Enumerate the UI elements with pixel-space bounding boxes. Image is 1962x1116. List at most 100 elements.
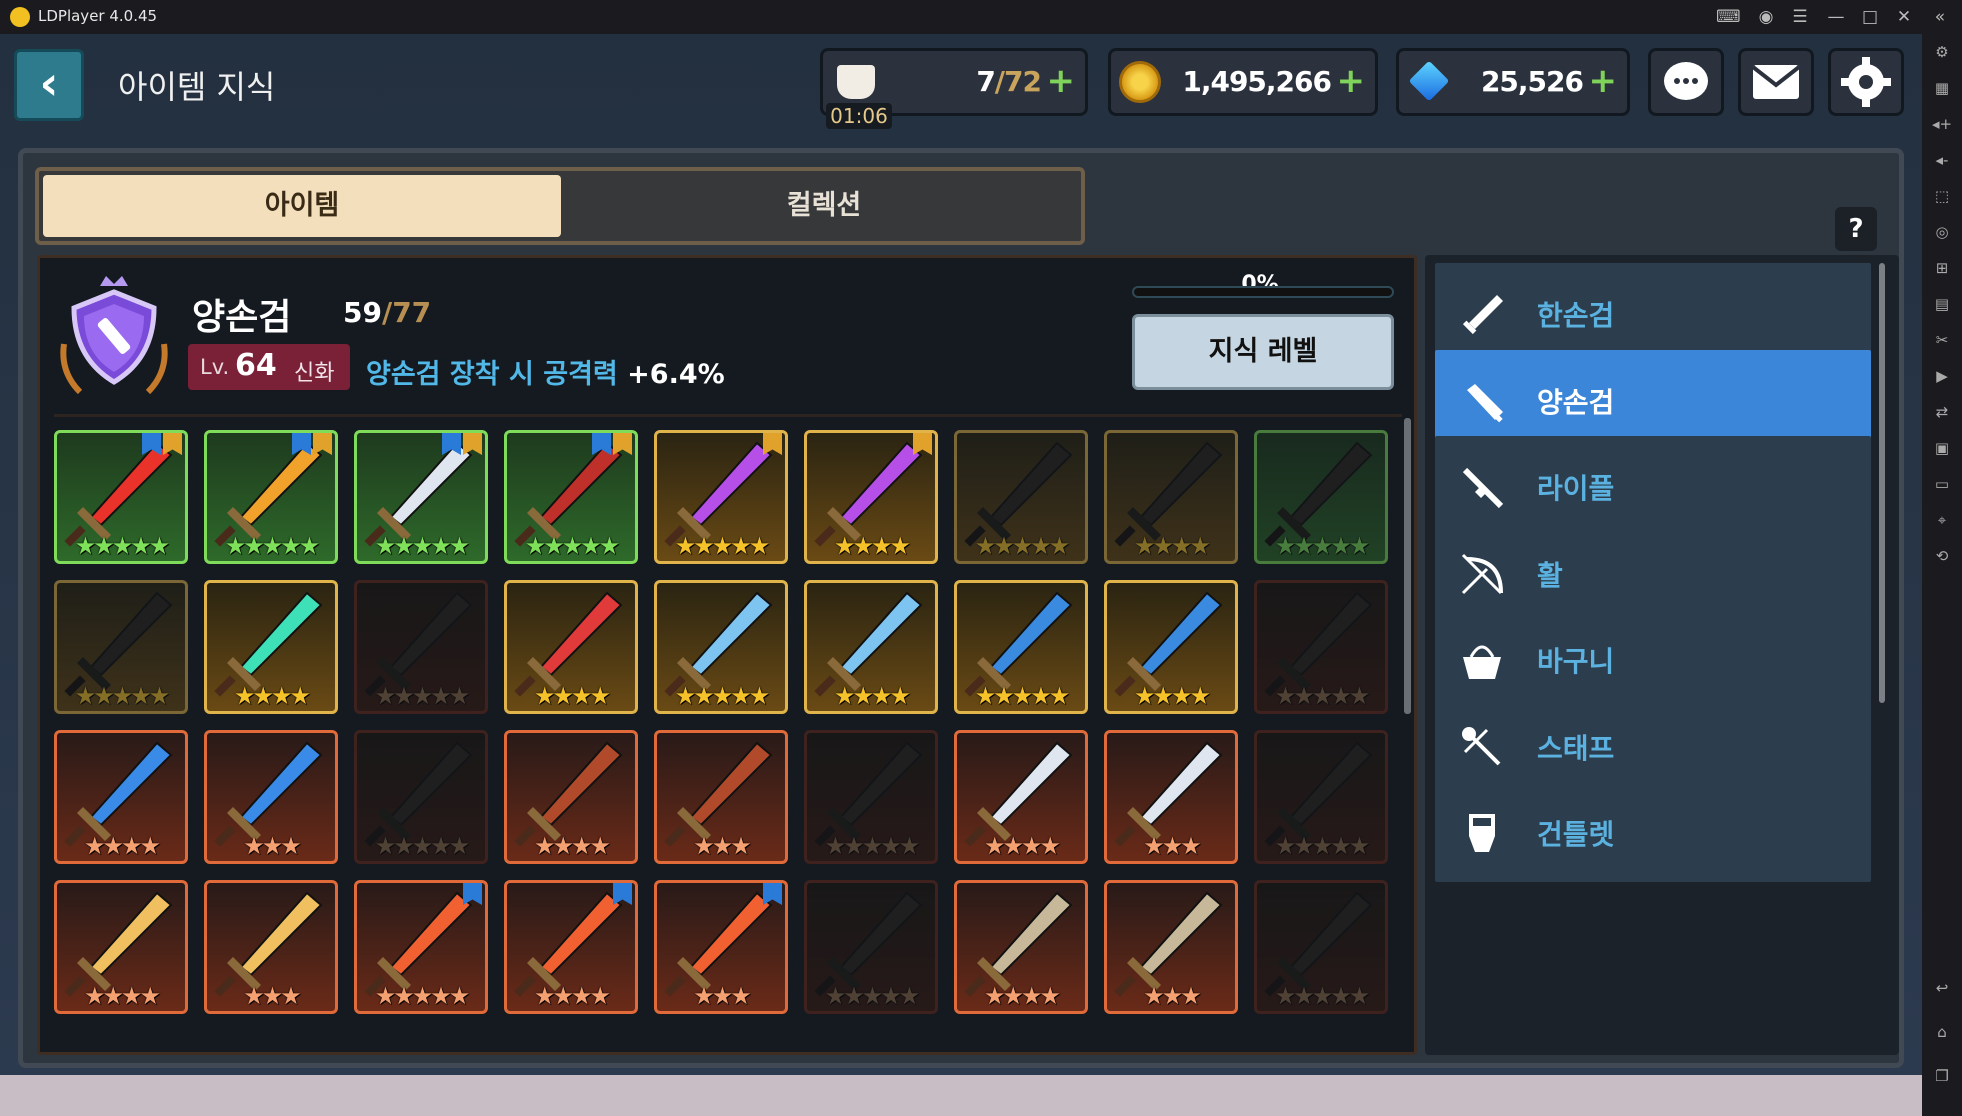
gem-counter: 25,526 + [1396, 48, 1630, 116]
location-icon[interactable]: ⌖ [1930, 508, 1954, 532]
weapon-item-slot[interactable]: ★★★★★ [654, 580, 788, 714]
knowledge-level-button[interactable]: 지식 레벨 [1132, 314, 1394, 390]
weapon-item-slot[interactable]: ★★★★★ [1254, 880, 1388, 1014]
settings-icon[interactable]: ⚙ [1930, 40, 1954, 64]
weapon-item-slot[interactable]: ★★★★★ [354, 730, 488, 864]
weapon-item-slot[interactable]: ★★★★★ [954, 430, 1088, 564]
weapon-item-slot[interactable]: ★★★★★ [654, 430, 788, 564]
sync-icon[interactable]: ⇄ [1930, 400, 1954, 424]
category-label: 라이플 [1537, 472, 1615, 505]
weapon-item-slot[interactable]: ★★★★★ [354, 880, 488, 1014]
minimize-icon[interactable]: — [1824, 5, 1848, 29]
weapon-detail-panel: 양손검 59/77 Lv. 64 신화 양손검 장착 시 공격력 +6.4% 0… [37, 255, 1417, 1055]
category-item[interactable]: 양손검 [1435, 349, 1871, 450]
video-icon[interactable]: ▶ [1930, 364, 1954, 388]
add-app-icon[interactable]: ⊞ [1930, 256, 1954, 280]
back-button[interactable]: ‹ [14, 49, 84, 121]
category-label: 한손검 [1537, 299, 1615, 332]
account-icon[interactable]: ◉ [1754, 5, 1778, 29]
help-button[interactable]: ? [1835, 207, 1877, 251]
gem-add-button[interactable]: + [1589, 61, 1618, 101]
weapon-item-slot[interactable]: ★★★★ [204, 580, 338, 714]
weapon-item-slot[interactable]: ★★★★★ [954, 580, 1088, 714]
weapon-item-slot[interactable]: ★★★ [204, 880, 338, 1014]
weapon-item-slot[interactable]: ★★★★★ [504, 430, 638, 564]
rotate-icon[interactable]: ⟲ [1930, 544, 1954, 568]
weapon-item-slot[interactable]: ★★★★ [954, 880, 1088, 1014]
category-item[interactable]: 한손검 [1435, 263, 1871, 363]
weapon-item-slot[interactable]: ★★★★ [804, 430, 938, 564]
emulator-sidebar: ⚙ ▦ ◂+ ◂- ⬚ ◎ ⊞ ▤ ✂ ▶ ⇄ ▣ ▭ ⌖ ⟲ ↩ ⌂ ❐ [1922, 34, 1962, 1116]
volume-up-icon[interactable]: ◂+ [1930, 112, 1954, 136]
item-badges [461, 883, 482, 905]
weapon-item-slot[interactable]: ★★★★ [804, 580, 938, 714]
weapon-item-slot[interactable]: ★★★★ [504, 580, 638, 714]
android-back-icon[interactable]: ↩ [1930, 976, 1954, 1000]
weapon-item-slot[interactable]: ★★★★★ [54, 580, 188, 714]
gem-value: 25,526 [1480, 65, 1584, 98]
apk-icon[interactable]: ▤ [1930, 292, 1954, 316]
collapse-icon[interactable]: « [1928, 5, 1952, 29]
basket-icon [1463, 645, 1501, 679]
weapon-item-slot[interactable]: ★★★★ [1104, 430, 1238, 564]
chat-icon [1664, 62, 1708, 100]
bow-icon [1461, 553, 1503, 594]
weapon-item-slot[interactable]: ★★★★★ [804, 730, 938, 864]
weapon-item-slot[interactable]: ★★★ [1104, 730, 1238, 864]
weapon-item-slot[interactable]: ★★★★★ [204, 430, 338, 564]
gold-add-button[interactable]: + [1337, 61, 1366, 101]
weapon-item-slot[interactable]: ★★★★★ [354, 580, 488, 714]
stamina-current: 7 [976, 65, 996, 98]
category-item[interactable]: 건틀렛 [1435, 782, 1871, 882]
screenshot-icon[interactable]: ⬚ [1930, 184, 1954, 208]
scissors-icon[interactable]: ✂ [1930, 328, 1954, 352]
category-item[interactable]: 스태프 [1435, 695, 1871, 796]
keyboard-icon[interactable]: ▦ [1930, 76, 1954, 100]
tab-collection[interactable]: 컬렉션 [565, 175, 1083, 237]
weapon-item-slot[interactable]: ★★★★★ [354, 430, 488, 564]
item-badges [761, 433, 782, 455]
weapon-item-slot[interactable]: ★★★ [204, 730, 338, 864]
weapon-item-slot[interactable]: ★★★★★ [804, 880, 938, 1014]
weapon-item-slot[interactable]: ★★★★★ [54, 430, 188, 564]
volume-down-icon[interactable]: ◂- [1930, 148, 1954, 172]
item-badges [440, 433, 482, 455]
stamina-add-button[interactable]: + [1047, 61, 1076, 101]
weapon-item-slot[interactable]: ★★★ [654, 730, 788, 864]
star-rating: ★★★★★ [74, 532, 171, 560]
weapon-item-slot[interactable]: ★★★★ [954, 730, 1088, 864]
items-scrollbar[interactable] [1404, 418, 1411, 714]
category-item[interactable]: 바구니 [1435, 609, 1871, 709]
weapon-item-slot[interactable]: ★★★★★ [1254, 430, 1388, 564]
settings-button[interactable] [1828, 48, 1904, 116]
bookmark-blue-icon [442, 433, 461, 455]
weapon-item-slot[interactable]: ★★★★★ [1254, 580, 1388, 714]
maximize-icon[interactable]: □ [1858, 5, 1882, 29]
chat-button[interactable] [1648, 48, 1724, 116]
weapon-item-slot[interactable]: ★★★★ [504, 880, 638, 1014]
folder-icon[interactable]: ▭ [1930, 472, 1954, 496]
tab-bar: 아이템 컬렉션 [35, 167, 1085, 245]
android-recent-icon[interactable]: ❐ [1930, 1064, 1954, 1088]
menu-icon[interactable]: ☰ [1788, 5, 1812, 29]
weapon-item-slot[interactable]: ★★★★ [54, 880, 188, 1014]
shake-icon[interactable]: ▣ [1930, 436, 1954, 460]
weapon-item-slot[interactable]: ★★★ [1104, 880, 1238, 1014]
weapon-item-slot[interactable]: ★★★★ [54, 730, 188, 864]
star-rating: ★★★★★ [524, 532, 621, 560]
close-icon[interactable]: ✕ [1892, 5, 1916, 29]
gamepad-icon[interactable]: ⌨ [1716, 5, 1741, 29]
tab-item[interactable]: 아이템 [43, 175, 561, 237]
weapon-item-slot[interactable]: ★★★★ [504, 730, 638, 864]
weapon-item-slot[interactable]: ★★★ [654, 880, 788, 1014]
android-home-icon[interactable]: ⌂ [1930, 1020, 1954, 1044]
gold-counter: 1,495,266 + [1108, 48, 1378, 116]
category-item[interactable]: 라이플 [1435, 436, 1871, 536]
category-scrollbar[interactable] [1879, 263, 1885, 703]
weapon-item-slot[interactable]: ★★★★★ [1254, 730, 1388, 864]
mail-button[interactable] [1738, 48, 1814, 116]
weapon-item-slot[interactable]: ★★★★ [1104, 580, 1238, 714]
star-rating: ★★★★ [83, 832, 161, 860]
record-icon[interactable]: ◎ [1930, 220, 1954, 244]
category-item[interactable]: 활 [1435, 522, 1871, 623]
